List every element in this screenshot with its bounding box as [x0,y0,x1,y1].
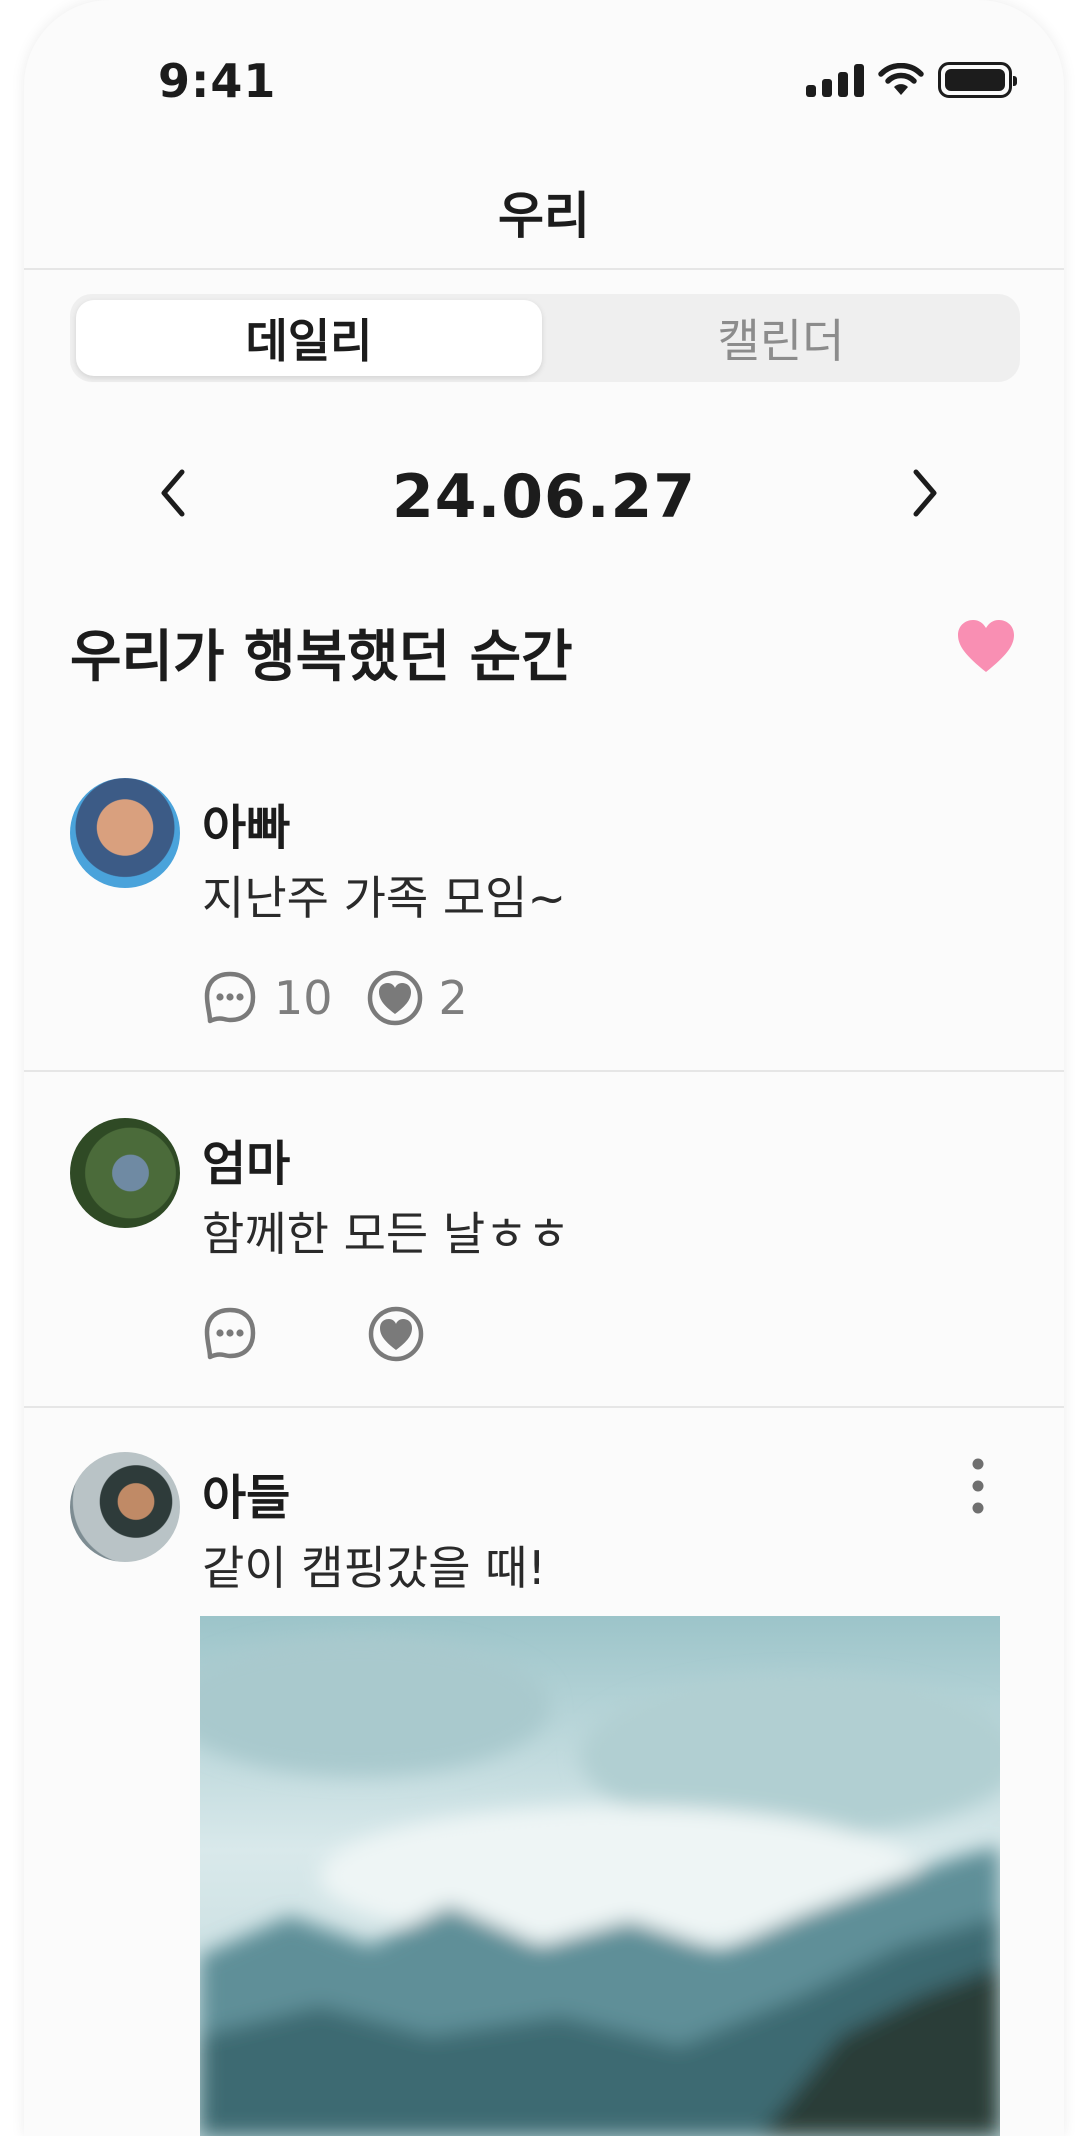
avatar[interactable] [70,1452,180,1562]
post-photo[interactable] [200,1616,1000,2136]
status-icons [806,62,1017,98]
page-title: 우리 [498,187,590,245]
section-title: 우리가 행복했던 순간 [70,625,573,690]
cellular-signal-icon [806,63,864,97]
post-actions: 10 2 [202,970,468,1026]
header-divider [24,268,1064,270]
status-time: 9:41 [158,54,277,108]
post-author: 엄마 [202,1136,291,1192]
view-segmented-control: 데일리 캘린더 [70,294,1020,382]
tab-daily[interactable]: 데일리 [76,300,542,376]
avatar[interactable] [70,1118,180,1228]
post-text: 지난주 가족 모임~ [202,871,567,925]
like-count: 2 [438,971,468,1025]
post-author: 아빠 [202,800,291,856]
battery-icon [938,62,1017,98]
comment-bubble-icon[interactable] [202,970,258,1026]
post-author: 아들 [202,1470,291,1526]
post-divider [24,1070,1064,1072]
post-text: 같이 캠핑갔을 때! [202,1541,546,1595]
heart-filled-icon[interactable] [956,618,1016,674]
phone-frame: 9:41 우리 데일리 캘린더 24.06.27 우리가 행복했던 순간 아빠 … [24,0,1064,2136]
post-divider [24,1406,1064,1408]
more-vertical-icon[interactable] [970,1456,986,1516]
tab-calendar[interactable]: 캘린더 [548,300,1014,376]
comment-count: 10 [274,971,333,1025]
avatar[interactable] [70,778,180,888]
heart-outline-icon[interactable] [367,970,423,1026]
mountain-photo [200,1616,1000,2136]
chevron-right-icon[interactable] [904,466,944,520]
post-text: 함께한 모든 날ㅎㅎ [202,1207,570,1261]
heart-outline-icon[interactable] [368,1306,424,1362]
post-actions [202,1306,440,1362]
wifi-icon [878,63,924,95]
comment-bubble-icon[interactable] [202,1306,258,1362]
